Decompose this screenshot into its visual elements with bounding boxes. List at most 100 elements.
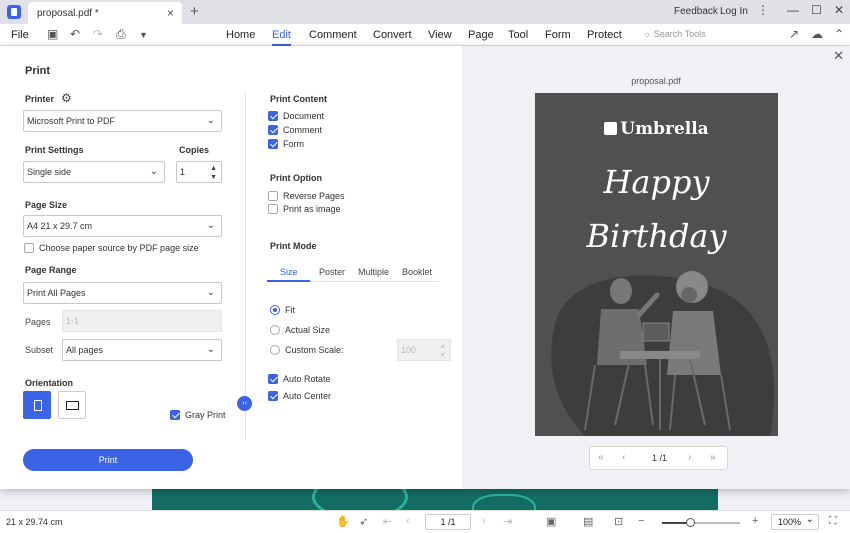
close-tab-icon[interactable]: × [167,6,174,20]
pages-input[interactable]: 1-1 [62,310,222,332]
decrement-icon[interactable]: ▼ [439,352,446,359]
hand-tool-icon[interactable]: ✋ [336,515,350,528]
print-icon[interactable]: ⎙ [116,27,126,42]
print-as-image-label: Print as image [283,204,341,214]
gray-print-checkbox[interactable]: Gray Print [170,410,226,420]
increment-icon[interactable]: ▲ [439,343,446,350]
page-size-select[interactable]: A4 21 x 29.7 cm ⌄ [23,215,222,237]
tab-poster[interactable]: Poster [319,267,345,277]
share-icon[interactable]: ↗ [789,27,799,41]
printer-select[interactable]: Microsoft Print to PDF ⌄ [23,110,222,132]
paper-source-label: Choose paper source by PDF page size [39,243,199,253]
previous-page-icon[interactable]: ‹ [406,515,410,527]
first-page-icon[interactable]: ⇤ [383,515,392,528]
select-tool-icon[interactable]: ➶ [359,515,368,528]
fullscreen-icon[interactable]: ⛶ [829,515,837,528]
minimize-icon[interactable]: — [787,3,799,17]
subset-select[interactable]: All pages ⌄ [62,339,222,361]
print-button[interactable]: Print [23,449,193,471]
collapse-ribbon-icon[interactable]: ⌃ [834,27,844,41]
tab-size[interactable]: Size [280,267,298,277]
save-icon[interactable]: ▣ [47,27,58,41]
checkbox-box [268,111,278,121]
print-settings-select[interactable]: Single side ⌄ [23,161,165,183]
last-page-icon[interactable]: » [710,452,716,463]
preview-page-indicator: 1 /1 [652,453,668,463]
chevron-down-icon: ⌄ [149,166,158,177]
gear-icon[interactable]: ⚙ [61,91,72,105]
tab-booklet[interactable]: Booklet [402,267,432,277]
menu-view[interactable]: View [428,29,452,41]
maximize-icon[interactable]: ☐ [811,3,822,17]
collapse-panel-icon[interactable]: ›‹ [237,396,252,411]
login-link[interactable]: Log In [720,6,748,17]
cloud-upload-icon[interactable]: ☁ [811,27,823,41]
print-as-image-checkbox[interactable]: Print as image [268,204,341,214]
document-tab[interactable]: proposal.pdf * × [28,2,182,24]
fit-radio[interactable]: Fit [270,305,295,315]
menu-protect[interactable]: Protect [587,29,622,41]
zoom-level-select[interactable]: 100% [771,513,819,530]
comment-checkbox[interactable]: Comment [268,125,322,135]
chevron-down-icon: ⌄ [206,287,215,298]
more-options-icon[interactable]: ⋮ [757,3,769,17]
greeting-line-1: Happy [603,163,710,201]
reverse-pages-checkbox[interactable]: Reverse Pages [268,191,345,201]
custom-scale-radio[interactable]: Custom Scale: [270,345,344,355]
orientation-label: Orientation [25,378,74,388]
next-page-icon[interactable]: › [688,452,691,463]
decrement-icon[interactable]: ▼ [210,174,217,181]
custom-scale-input[interactable]: 100 ▲ ▼ [397,339,451,361]
menu-comment[interactable]: Comment [309,29,357,41]
zoom-in-icon[interactable]: + [752,515,758,527]
close-window-icon[interactable]: ✕ [834,3,844,17]
previous-page-icon[interactable]: ‹ [622,452,625,463]
auto-center-checkbox[interactable]: Auto Center [268,391,331,401]
menu-form[interactable]: Form [545,29,571,41]
landscape-button[interactable] [58,391,86,419]
document-checkbox[interactable]: Document [268,111,324,121]
document-tab-title: proposal.pdf * [37,8,99,19]
menu-page[interactable]: Page [468,29,494,41]
page-range-select[interactable]: Print All Pages ⌄ [23,282,222,304]
increment-icon[interactable]: ▲ [210,165,217,172]
search-tools[interactable]: ☼ Search Tools [643,29,706,39]
print-preview: ✕ proposal.pdf Umbrella Happy Birthday «… [462,46,850,489]
checkbox-box [170,410,180,420]
tab-multiple[interactable]: Multiple [358,267,389,277]
copies-stepper[interactable]: 1 ▲ ▼ [176,161,222,183]
redo-icon[interactable]: ↷ [93,27,103,41]
page-range-label: Page Range [25,265,77,275]
page-layout-icon[interactable]: ▣ [546,515,556,528]
menu-tool[interactable]: Tool [508,29,528,41]
next-page-icon[interactable]: › [482,515,486,527]
portrait-button[interactable] [23,391,51,419]
preview-filename: proposal.pdf [631,76,681,86]
zoom-slider-handle[interactable] [686,518,696,527]
radio-dot [270,345,280,355]
fit-label: Fit [285,305,295,315]
form-checkbox[interactable]: Form [268,139,304,149]
first-page-icon[interactable]: « [598,452,604,463]
actual-size-radio[interactable]: Actual Size [270,325,330,335]
page-number-field[interactable]: 1 /1 [425,514,471,530]
menu-edit[interactable]: Edit [272,29,291,46]
menu-convert[interactable]: Convert [373,29,412,41]
new-tab-icon[interactable]: + [190,3,199,20]
zoom-slider[interactable] [662,518,740,527]
last-page-icon[interactable]: ⇥ [503,515,512,528]
file-menu[interactable]: File [11,29,29,41]
menu-home[interactable]: Home [226,29,255,41]
checkbox-box [268,204,278,214]
paper-source-checkbox[interactable]: Choose paper source by PDF page size [24,243,199,253]
close-icon[interactable]: ✕ [833,48,844,64]
page-display-icon[interactable]: ▤ [583,515,593,528]
undo-icon[interactable]: ↶ [70,27,80,41]
feedback-link[interactable]: Feedback [674,6,718,17]
auto-rotate-checkbox[interactable]: Auto Rotate [268,374,331,384]
customize-dropdown-icon[interactable]: ▼ [139,30,148,40]
fit-page-icon[interactable]: ⊡ [614,515,623,528]
zoom-out-icon[interactable]: − [638,515,644,527]
subset-value: All pages [66,345,104,355]
dialog-title: Print [25,65,51,77]
